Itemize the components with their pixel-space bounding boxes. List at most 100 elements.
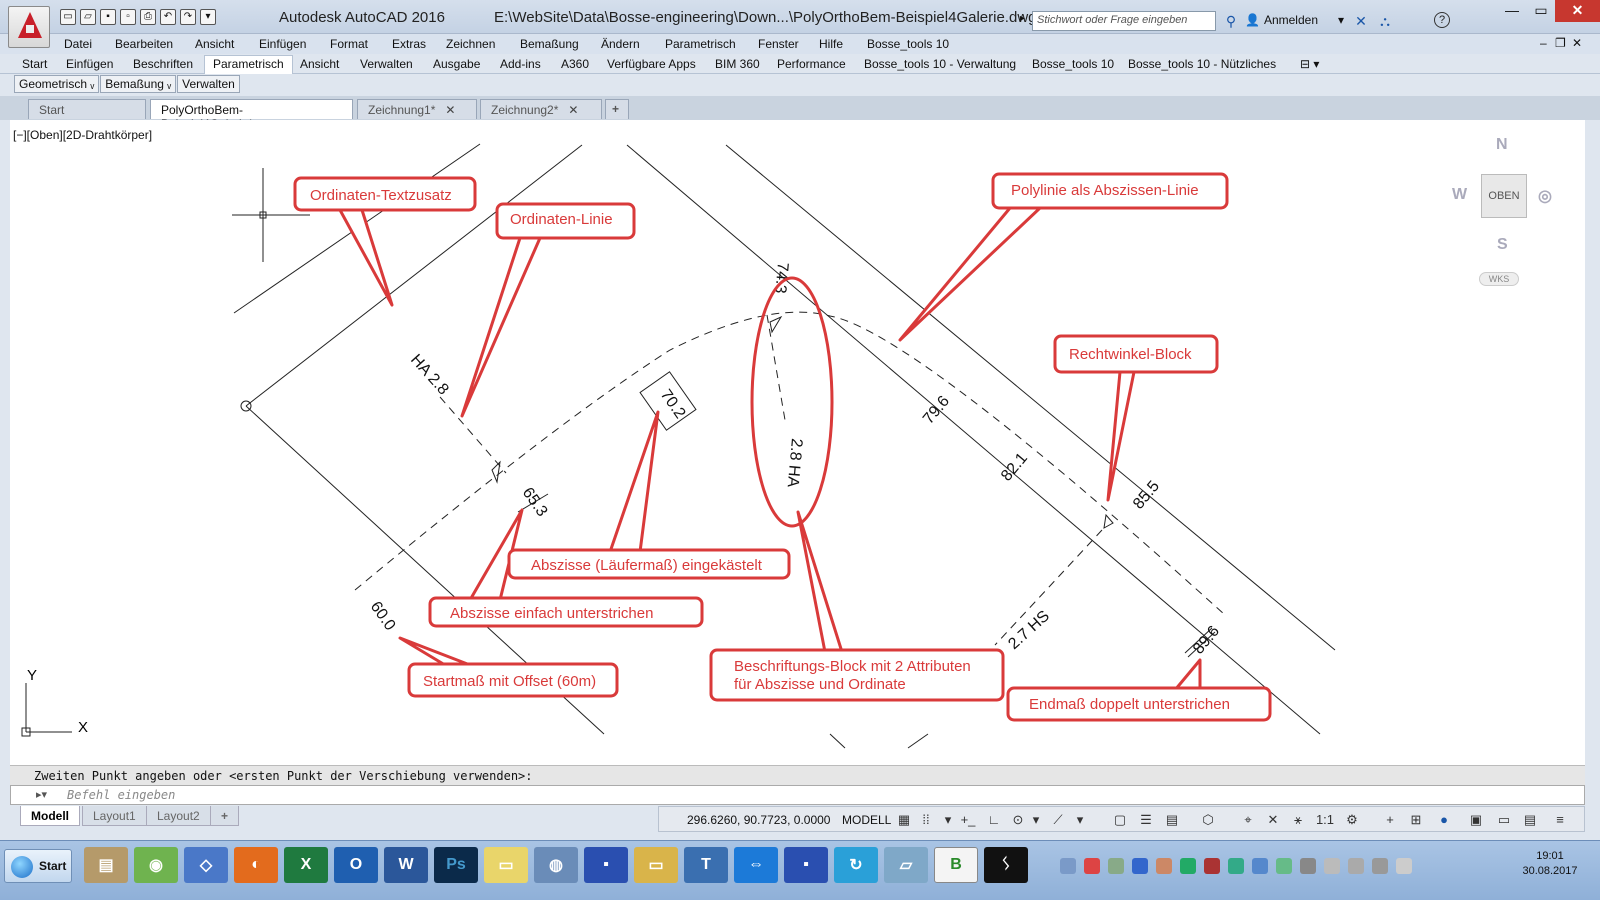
network-icon[interactable] [1372,858,1388,874]
dynamic-input-icon[interactable]: +_ [959,811,977,829]
ribbon-tab[interactable]: Ausgabe [433,57,480,71]
search-input[interactable]: Stichwort oder Frage eingeben [1032,11,1216,31]
layout-tab[interactable]: Layout1 [82,806,147,826]
wcs-menu[interactable]: WKS [1479,272,1519,286]
panel-bemassung[interactable]: Bemaßung ᵥ [100,75,177,93]
panel-verwalten[interactable]: Verwalten [177,75,240,93]
viewcube-north[interactable]: N [1496,136,1508,154]
app-icon[interactable]: ◇ [184,847,228,883]
menu-item[interactable]: Ändern [601,37,640,51]
layout-tab[interactable]: Layout2 [146,806,211,826]
close-icon[interactable]: ✕ [445,103,455,117]
snap-icon[interactable]: ⁞⁞ [917,811,935,829]
application-menu-button[interactable] [8,6,50,48]
tray-icon[interactable] [1156,858,1172,874]
help-icon[interactable]: ? [1434,12,1450,28]
print-icon[interactable]: ⎙ [140,9,156,25]
firefox-icon[interactable]: ◐ [234,847,278,883]
menu-item[interactable]: Einfügen [259,37,306,51]
maximize-button[interactable]: ▭ [1527,0,1555,22]
outlook-icon[interactable]: O [334,847,378,883]
autocad-taskbar-icon[interactable]: ᛊ [984,847,1028,883]
drawing-canvas[interactable]: HA 2.8 70.2 65.3 74.3 2.8 HA 79.6 82.1 8… [10,120,1585,765]
transparency-icon[interactable]: ▤ [1163,811,1181,829]
ribbon-tab[interactable]: Ansicht [300,57,339,71]
teamviewer-icon[interactable]: ⇔ [734,847,778,883]
tray-icon[interactable] [1300,858,1316,874]
doc-close-icon[interactable]: ✕ [1572,36,1582,50]
menu-item[interactable]: Fenster [758,37,799,51]
close-button[interactable]: ✕ [1555,0,1600,22]
chrome-icon[interactable]: ◉ [134,847,178,883]
folder-icon[interactable]: ▭ [634,847,678,883]
sticky-notes-icon[interactable]: ▭ [484,847,528,883]
ribbon-tab[interactable]: Verwalten [360,57,413,71]
command-input[interactable]: Befehl eingeben [10,785,1585,805]
model-space-toggle[interactable]: MODELL [842,813,891,827]
annotation-scale-icon[interactable]: ⚹ [1289,811,1307,829]
units-icon[interactable]: ⊞ [1407,811,1425,829]
viewcube-west[interactable]: W [1452,186,1467,204]
close-icon[interactable]: ✕ [568,103,578,117]
tray-icon[interactable] [1060,858,1076,874]
viewcube[interactable]: N W S ◎ OBEN WKS [1435,130,1565,290]
exchange-icon[interactable]: ✕ [1352,12,1370,30]
excel-icon[interactable]: X [284,847,328,883]
clock[interactable]: 19:01 30.08.2017 [1510,849,1590,879]
menu-item[interactable]: Parametrisch [665,37,736,51]
polar-icon[interactable]: ⊙ [1009,811,1027,829]
editor-icon[interactable]: T [684,847,728,883]
ribbon-tab[interactable]: Bosse_tools 10 - Nützliches [1128,57,1276,71]
panel-geometrisch[interactable]: Geometrisch ᵥ [14,75,100,93]
viewcube-top-face[interactable]: OBEN [1481,174,1527,218]
menu-item[interactable]: Bemaßung [520,37,579,51]
save-app-icon[interactable]: ▪ [584,847,628,883]
ribbon-minimize-icon[interactable]: ⊟ ▾ [1300,57,1319,71]
menu-item[interactable]: Hilfe [819,37,843,51]
sync-icon[interactable]: ↻ [834,847,878,883]
doc-restore-icon[interactable]: ❐ [1555,36,1566,50]
bluetooth-icon[interactable] [1252,858,1268,874]
tray-icon[interactable] [1228,858,1244,874]
chevron-down-icon[interactable]: ▾ [1027,811,1045,829]
doc-tab[interactable]: Zeichnung1* ✕ [357,99,477,119]
battery-icon[interactable] [1348,858,1364,874]
save-as-icon[interactable]: ▫ [120,9,136,25]
layout-tab-model[interactable]: Modell [20,806,80,826]
chevron-down-icon[interactable]: ▾ [939,811,957,829]
menu-item[interactable]: Datei [64,37,92,51]
menu-item[interactable]: Bearbeiten [115,37,173,51]
fullscreen-icon[interactable]: ▤ [1521,811,1539,829]
annotation-monitor-icon[interactable]: ⌖ [1239,811,1257,829]
osnap-icon[interactable]: ▢ [1111,811,1129,829]
viewcube-south[interactable]: S [1497,236,1508,254]
viewport-controls[interactable]: [−][Oben][2D-Drahtkörper] [13,128,152,142]
menu-item[interactable]: Bosse_tools 10 [867,37,949,51]
ribbon-tab[interactable]: Verfügbare Apps [607,57,696,71]
ribbon-tab[interactable]: A360 [561,57,589,71]
tray-icon[interactable] [1132,858,1148,874]
grid-icon[interactable]: ▦ [895,811,913,829]
start-button[interactable]: Start [4,849,72,883]
tray-icon[interactable] [1204,858,1220,874]
isolate-objects-icon[interactable]: ● [1435,811,1453,829]
redo-icon[interactable]: ↷ [180,9,196,25]
notepad-icon[interactable]: ▱ [884,847,928,883]
word-icon[interactable]: W [384,847,428,883]
tray-icon[interactable] [1180,858,1196,874]
doc-tab-start[interactable]: Start [28,99,146,119]
tray-icon[interactable] [1276,858,1292,874]
selection-cycling-icon[interactable]: ⬡ [1199,811,1217,829]
menu-item[interactable]: Extras [392,37,426,51]
minimize-button[interactable]: — [1497,0,1527,22]
lineweight-icon[interactable]: ☰ [1137,811,1155,829]
viewcube-east-icon[interactable]: ◎ [1538,186,1552,206]
save-app-icon[interactable]: ▪ [784,847,828,883]
add-layout-button[interactable]: + [210,806,240,826]
save-icon[interactable]: ▪ [100,9,116,25]
new-tab-button[interactable]: + [605,99,629,119]
ribbon-tab-active[interactable]: Parametrisch [204,55,293,74]
scale-dropdown[interactable]: 1:1 [1311,811,1339,829]
tray-icon[interactable] [1084,858,1100,874]
tray-icon[interactable] [1108,858,1124,874]
